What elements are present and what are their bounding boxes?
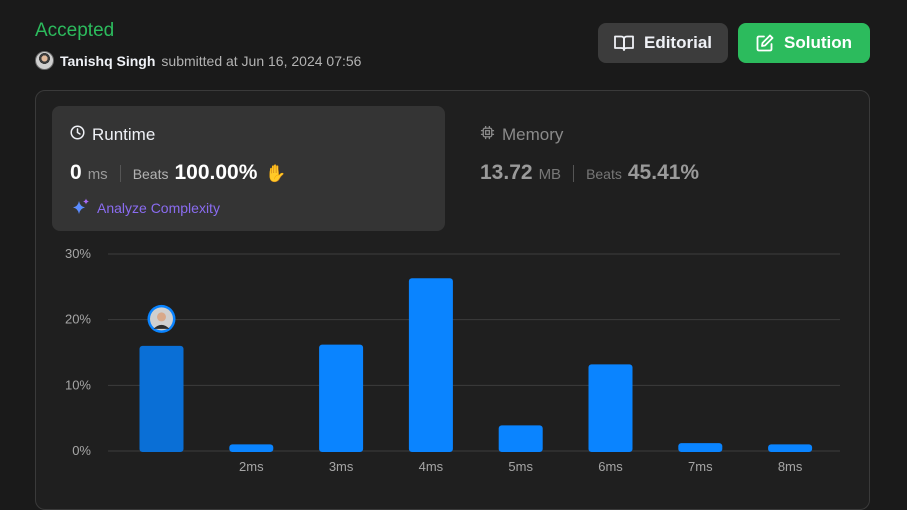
x-tick-label: 8ms bbox=[778, 459, 803, 474]
chart-bar[interactable] bbox=[319, 344, 364, 452]
x-tick-label: 3ms bbox=[329, 459, 354, 474]
y-tick-label: 10% bbox=[65, 377, 91, 392]
x-tick-label: 6ms bbox=[598, 459, 623, 474]
y-tick-label: 0% bbox=[72, 443, 91, 458]
chart-bar[interactable] bbox=[139, 345, 184, 452]
y-tick-label: 20% bbox=[65, 312, 91, 327]
chart-bar[interactable] bbox=[678, 443, 723, 452]
y-tick-label: 30% bbox=[65, 246, 91, 261]
avatar-head bbox=[157, 312, 166, 322]
x-tick-label: 4ms bbox=[419, 459, 444, 474]
runtime-distribution-chart: 30% 20% 10% 0% 2ms 3ms 4ms 5ms 6ms 7ms 8ms bbox=[65, 246, 840, 474]
chart-bar[interactable] bbox=[588, 364, 633, 452]
x-tick-label: 2ms bbox=[239, 459, 264, 474]
chart-bar[interactable] bbox=[229, 444, 274, 452]
chart-bar[interactable] bbox=[498, 425, 543, 452]
x-tick-label: 5ms bbox=[508, 459, 533, 474]
chart-bar[interactable] bbox=[768, 444, 813, 452]
chart-bar[interactable] bbox=[408, 278, 453, 452]
x-tick-label: 7ms bbox=[688, 459, 713, 474]
